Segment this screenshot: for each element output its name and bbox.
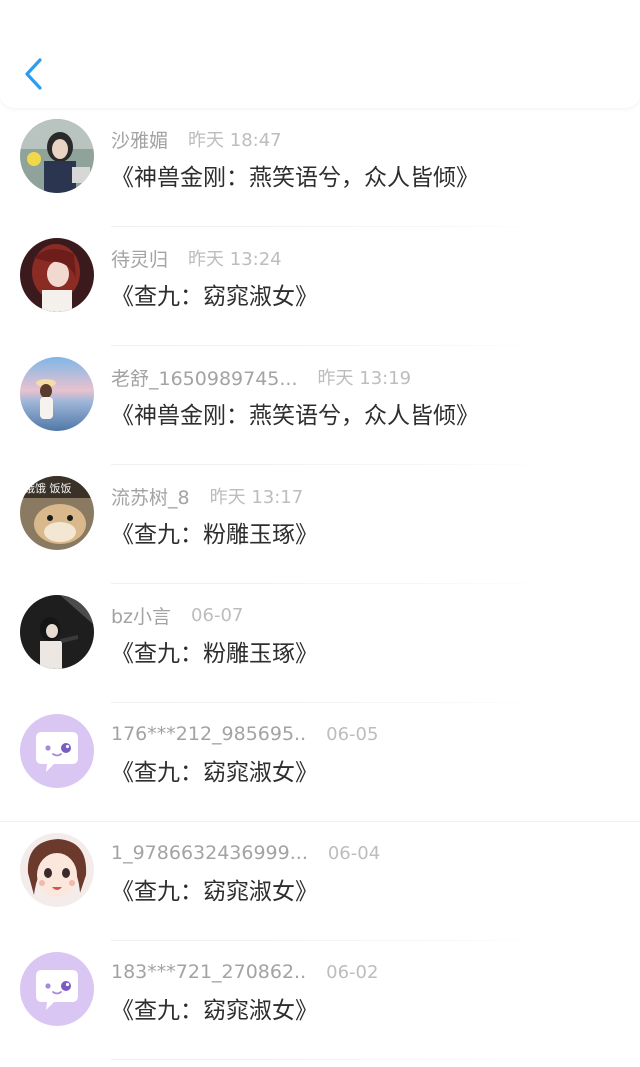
comment-meta: bz小言 06-07 [111,601,243,629]
avatar[interactable] [20,357,94,431]
timestamp: 昨天 13:19 [317,368,412,389]
book-title[interactable]: 《查九：窈窕淑女》 [111,753,318,787]
comment-meta: 1_9786632436999... 06-04 [111,839,380,867]
book-title[interactable]: 《查九：窈窕淑女》 [111,872,318,906]
avatar[interactable] [20,119,94,193]
timestamp: 06-07 [191,604,244,626]
username[interactable]: 176***212_985695.. [111,723,306,745]
username[interactable]: 183***721_270862.. [111,961,306,983]
cartoon-girl-avatar-icon [20,833,94,907]
anime-avatar-icon [20,238,94,312]
comment-item[interactable]: 待灵归 昨天 13:24 《查九：窈窕淑女》 [0,227,640,346]
avatar[interactable] [20,238,94,312]
comment-list: 沙雅媚 昨天 18:47 《神兽金刚：燕笑语兮，众人皆倾》 待灵归 昨天 13:… [0,108,640,1060]
dark-photo-avatar-icon [20,595,94,669]
comment-item[interactable]: 183***721_270862.. 06-02 《查九：窈窕淑女》 [0,941,640,1060]
timestamp: 06-05 [326,723,379,745]
comment-meta: 老舒_1650989745... 昨天 13:19 [111,363,411,391]
book-title[interactable]: 《查九：窈窕淑女》 [111,991,318,1025]
svg-text:饿饿 饭饭: 饿饿 饭饭 [24,481,72,495]
book-title[interactable]: 《查九：粉雕玉琢》 [111,515,318,549]
timestamp: 昨天 18:47 [188,130,282,151]
username[interactable]: 流苏树_8 [111,483,190,510]
hamster-avatar-icon: 饿饿 饭饭 [20,476,94,550]
comment-item[interactable]: 1_9786632436999... 06-04 《查九：窈窕淑女》 [0,822,640,941]
top-bar [0,0,640,108]
timestamp: 06-02 [326,961,379,983]
comment-item[interactable]: 沙雅媚 昨天 18:47 《神兽金刚：燕笑语兮，众人皆倾》 [0,108,640,227]
comment-item[interactable]: 饿饿 饭饭 流苏树_8 昨天 13:17 《查九：粉雕玉琢》 [0,465,640,584]
comment-item[interactable]: bz小言 06-07 《查九：粉雕玉琢》 [0,584,640,703]
avatar[interactable] [20,714,94,788]
chat-bubble-icon [20,952,94,1026]
username[interactable]: bz小言 [111,602,171,629]
timestamp: 昨天 13:24 [188,249,282,270]
comment-meta: 流苏树_8 昨天 13:17 [111,482,303,510]
avatar[interactable]: 饿饿 饭饭 [20,476,94,550]
avatar[interactable] [20,833,94,907]
chat-bubble-icon [20,714,94,788]
sky-avatar-icon [20,357,94,431]
back-button[interactable] [18,54,50,94]
avatar[interactable] [20,595,94,669]
username[interactable]: 沙雅媚 [111,126,168,153]
comment-meta: 沙雅媚 昨天 18:47 [111,125,282,153]
chevron-left-icon [25,58,42,90]
avatar[interactable] [20,952,94,1026]
username[interactable]: 待灵归 [111,245,168,272]
comment-item[interactable]: 176***212_985695.. 06-05 《查九：窈窕淑女》 [0,703,640,822]
timestamp: 06-04 [327,842,381,864]
comment-meta: 待灵归 昨天 13:24 [111,244,282,272]
photo-avatar-icon [20,119,94,193]
book-title[interactable]: 《查九：粉雕玉琢》 [111,634,318,668]
timestamp: 昨天 13:17 [209,487,304,508]
username[interactable]: 1_9786632436999... [111,842,308,864]
comment-meta: 183***721_270862.. 06-02 [111,958,378,986]
comment-item[interactable]: 老舒_1650989745... 昨天 13:19 《神兽金刚：燕笑语兮，众人皆… [0,346,640,465]
book-title[interactable]: 《查九：窈窕淑女》 [111,277,318,311]
book-title[interactable]: 《神兽金刚：燕笑语兮，众人皆倾》 [111,396,479,430]
username[interactable]: 老舒_1650989745... [111,364,298,391]
book-title[interactable]: 《神兽金刚：燕笑语兮，众人皆倾》 [111,158,479,192]
divider [111,1059,551,1060]
comment-meta: 176***212_985695.. 06-05 [111,720,378,748]
